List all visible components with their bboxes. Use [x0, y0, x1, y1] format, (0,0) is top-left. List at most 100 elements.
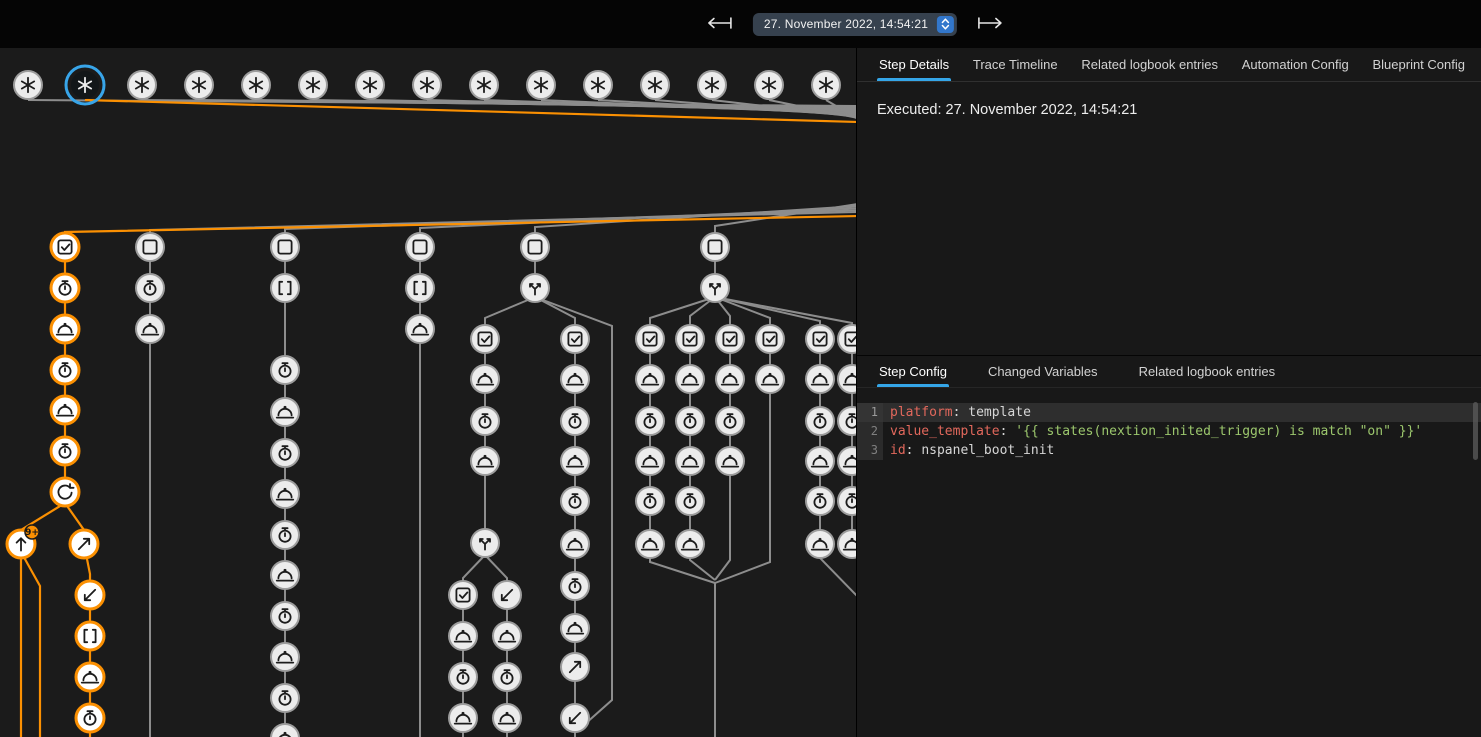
node-service-icon[interactable]	[636, 365, 664, 393]
node-service-icon[interactable]	[406, 315, 434, 343]
node-delay-icon[interactable]	[806, 487, 834, 515]
node-service-icon[interactable]	[493, 704, 521, 732]
node-trigger-icon[interactable]	[527, 71, 555, 99]
node-delay-icon[interactable]	[838, 487, 856, 515]
node-trigger-icon[interactable]	[299, 71, 327, 99]
node-delay-icon[interactable]	[136, 274, 164, 302]
node-service-icon[interactable]	[676, 530, 704, 558]
node-delay-icon[interactable]	[676, 407, 704, 435]
tab-trace-timeline[interactable]: Trace Timeline	[971, 48, 1060, 81]
previous-run-button[interactable]	[703, 13, 737, 36]
node-trigger-icon[interactable]	[755, 71, 783, 99]
node-trigger-icon[interactable]	[242, 71, 270, 99]
node-service-icon[interactable]	[271, 643, 299, 671]
node-service-icon[interactable]	[636, 447, 664, 475]
node-delay-icon[interactable]	[449, 663, 477, 691]
automation-trace-graph[interactable]: 9+	[0, 0, 856, 737]
node-choose-icon[interactable]	[521, 274, 549, 302]
node-trigger-icon[interactable]	[413, 71, 441, 99]
node-condition-icon[interactable]	[449, 581, 477, 609]
tab-changed-variables[interactable]: Changed Variables	[986, 356, 1100, 387]
node-service-icon[interactable]	[271, 724, 299, 737]
node-delay-icon[interactable]	[51, 356, 79, 384]
node-service-icon[interactable]	[806, 365, 834, 393]
tab-related-logbook-entries[interactable]: Related logbook entries	[1079, 48, 1220, 81]
node-square-icon[interactable]	[406, 233, 434, 261]
node-service-icon[interactable]	[716, 447, 744, 475]
node-square-icon[interactable]	[136, 233, 164, 261]
node-trigger-icon[interactable]	[66, 66, 104, 104]
node-condition-icon[interactable]	[636, 325, 664, 353]
node-service-icon[interactable]	[271, 480, 299, 508]
node-trigger-icon[interactable]	[356, 71, 384, 99]
node-delay-icon[interactable]	[838, 407, 856, 435]
node-service-icon[interactable]	[561, 530, 589, 558]
node-square-icon[interactable]	[521, 233, 549, 261]
node-service-icon[interactable]	[493, 622, 521, 650]
run-datetime-select[interactable]: 27. November 2022, 14:54:21	[753, 13, 957, 36]
node-service-icon[interactable]	[449, 704, 477, 732]
node-choose-icon[interactable]	[471, 529, 499, 557]
node-arrow-bottom-left-icon[interactable]	[561, 704, 589, 732]
node-delay-icon[interactable]	[561, 572, 589, 600]
node-condition-icon[interactable]	[676, 325, 704, 353]
node-trigger-icon[interactable]	[584, 71, 612, 99]
node-service-icon[interactable]	[838, 365, 856, 393]
node-arrow-top-right-icon[interactable]	[561, 653, 589, 681]
node-trigger-icon[interactable]	[698, 71, 726, 99]
node-condition-icon[interactable]	[806, 325, 834, 353]
node-trigger-icon[interactable]	[470, 71, 498, 99]
node-brackets-icon[interactable]	[76, 622, 104, 650]
node-delay-icon[interactable]	[271, 521, 299, 549]
node-service-icon[interactable]	[756, 365, 784, 393]
node-service-icon[interactable]	[636, 530, 664, 558]
node-service-icon[interactable]	[51, 315, 79, 343]
node-delay-icon[interactable]	[271, 356, 299, 384]
tab-step-config[interactable]: Step Config	[877, 356, 949, 387]
node-condition-icon[interactable]	[561, 325, 589, 353]
node-square-icon[interactable]	[271, 233, 299, 261]
node-delay-icon[interactable]	[493, 663, 521, 691]
node-condition-icon[interactable]	[471, 325, 499, 353]
node-delay-icon[interactable]	[561, 487, 589, 515]
node-service-icon[interactable]	[471, 447, 499, 475]
node-delay-icon[interactable]	[471, 407, 499, 435]
node-arrow-up-icon[interactable]: 9+	[7, 525, 39, 558]
editor-scrollbar[interactable]	[1473, 402, 1478, 460]
node-arrow-bottom-left-icon[interactable]	[493, 581, 521, 609]
node-delay-icon[interactable]	[76, 704, 104, 732]
node-service-icon[interactable]	[838, 447, 856, 475]
node-arrow-bottom-left-icon[interactable]	[76, 581, 104, 609]
node-choose-icon[interactable]	[701, 274, 729, 302]
node-delay-icon[interactable]	[676, 487, 704, 515]
node-service-icon[interactable]	[136, 315, 164, 343]
node-brackets-icon[interactable]	[271, 274, 299, 302]
node-brackets-icon[interactable]	[406, 274, 434, 302]
node-repeat-icon[interactable]	[51, 478, 79, 506]
node-service-icon[interactable]	[716, 365, 744, 393]
node-delay-icon[interactable]	[806, 407, 834, 435]
code-line-3[interactable]: 3id: nspanel_boot_init	[857, 441, 1481, 460]
node-service-icon[interactable]	[561, 614, 589, 642]
tab-blueprint-config[interactable]: Blueprint Config	[1370, 48, 1467, 81]
node-condition-icon[interactable]	[51, 233, 79, 261]
node-arrow-top-right-icon[interactable]	[70, 530, 98, 558]
node-trigger-icon[interactable]	[812, 71, 840, 99]
node-delay-icon[interactable]	[51, 437, 79, 465]
node-service-icon[interactable]	[676, 365, 704, 393]
node-delay-icon[interactable]	[561, 407, 589, 435]
tab-related-logbook-entries[interactable]: Related logbook entries	[1137, 356, 1278, 387]
node-delay-icon[interactable]	[271, 439, 299, 467]
node-delay-icon[interactable]	[636, 407, 664, 435]
node-service-icon[interactable]	[806, 447, 834, 475]
node-square-icon[interactable]	[701, 233, 729, 261]
node-service-icon[interactable]	[271, 561, 299, 589]
yaml-code-editor[interactable]: 1platform: template2value_template: '{{ …	[857, 403, 1481, 460]
node-condition-icon[interactable]	[838, 325, 856, 353]
node-service-icon[interactable]	[561, 365, 589, 393]
node-delay-icon[interactable]	[716, 407, 744, 435]
node-delay-icon[interactable]	[51, 274, 79, 302]
code-line-2[interactable]: 2value_template: '{{ states(nextion_init…	[857, 422, 1481, 441]
node-service-icon[interactable]	[271, 398, 299, 426]
next-run-button[interactable]	[973, 13, 1007, 36]
